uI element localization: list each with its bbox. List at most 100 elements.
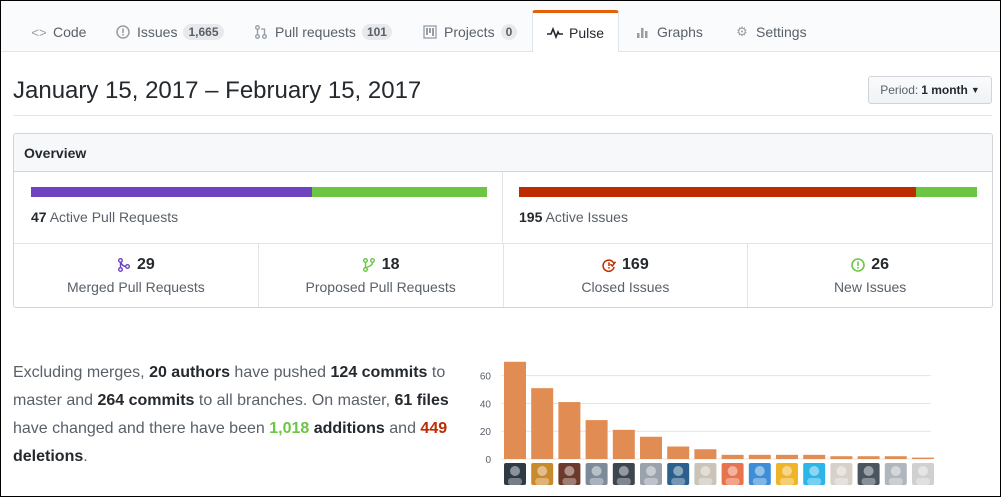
avatar[interactable] — [857, 463, 880, 485]
issues-ratio-bar — [519, 187, 977, 197]
closed-issues-stat[interactable]: 169 Closed Issues — [504, 244, 749, 307]
avatar[interactable] — [667, 463, 690, 485]
bar-author-7[interactable] — [667, 446, 690, 460]
project-icon — [422, 24, 438, 40]
pull-request-icon — [362, 258, 376, 272]
y-tick-label: 60 — [480, 372, 492, 383]
avatar[interactable] — [640, 463, 662, 485]
period-value: 1 month — [921, 83, 968, 97]
deletions-count: 449 — [420, 420, 448, 437]
issues-summary[interactable]: 195 Active Issues — [503, 172, 992, 244]
merge-icon — [117, 258, 131, 272]
period-select-button[interactable]: Period: 1 month ▼ — [868, 76, 992, 104]
tab-graphs[interactable]: Graphs — [620, 11, 718, 52]
bar-author-13[interactable] — [830, 456, 853, 459]
new-issues-stat[interactable]: 26 New Issues — [748, 244, 992, 307]
bar-author-5[interactable] — [612, 429, 635, 459]
additions-label: additions — [309, 420, 385, 437]
avatar[interactable] — [531, 463, 554, 485]
overview-title: Overview — [14, 134, 992, 172]
tab-label: Pulse — [569, 24, 605, 41]
tab-pull-requests[interactable]: Pull requests 101 — [238, 11, 407, 52]
avatar[interactable] — [612, 463, 635, 485]
additions-count: 1,018 — [269, 420, 310, 437]
avatar[interactable] — [585, 463, 608, 485]
bar-author-2[interactable] — [531, 388, 554, 459]
summary-text: have changed and there have been — [13, 420, 270, 437]
divider — [13, 115, 992, 116]
bar-author-10[interactable] — [748, 454, 771, 459]
active-issues-count: 195 — [519, 209, 543, 225]
summary-text: have pushed — [229, 364, 331, 381]
active-pull-requests-count: 47 — [31, 209, 47, 225]
avatar[interactable] — [912, 463, 934, 485]
bar-author-4[interactable] — [585, 420, 608, 459]
closed-segment — [519, 187, 917, 197]
authors-count: 20 authors — [149, 364, 230, 381]
overview-stats: 29 Merged Pull Requests 18 Proposed Pull… — [14, 244, 992, 307]
new-issues-label: New Issues — [833, 279, 907, 295]
bar-author-6[interactable] — [640, 436, 662, 459]
issues-count-badge: 1,665 — [183, 24, 224, 40]
gear-icon: ⚙ — [736, 24, 748, 39]
pull-requests-ratio-bar — [31, 187, 487, 197]
issue-closed-icon — [602, 258, 617, 272]
avatar[interactable] — [748, 463, 771, 485]
page-title: January 15, 2017 – February 15, 2017 — [13, 77, 422, 104]
avatar[interactable] — [803, 463, 826, 485]
y-tick-label: 40 — [480, 399, 492, 410]
summary-text: to all branches. On master, — [194, 392, 395, 409]
bar-author-1[interactable] — [504, 361, 526, 459]
tab-label: Pull requests — [275, 24, 356, 40]
closed-issues-count: 169 — [622, 256, 649, 273]
avatar[interactable] — [504, 463, 526, 485]
tab-pulse[interactable]: Pulse — [532, 10, 620, 52]
issue-icon — [115, 24, 131, 40]
summary-text: . — [83, 448, 88, 465]
active-issues-label: 195 Active Issues — [519, 209, 628, 225]
projects-count-badge: 0 — [500, 24, 518, 40]
summary-text: Excluding merges, — [13, 364, 150, 381]
tab-projects[interactable]: Projects 0 — [407, 11, 532, 52]
merged-pull-requests-stat[interactable]: 29 Merged Pull Requests — [14, 244, 259, 307]
contributors-bar-chart: 0 20 40 60 — [480, 361, 934, 485]
active-pull-requests-label: 47 Active Pull Requests — [31, 209, 178, 225]
chevron-down-icon: ▼ — [970, 85, 980, 95]
closed-issues-label: Closed Issues — [581, 279, 670, 295]
avatar[interactable] — [721, 463, 744, 485]
avatar[interactable] — [884, 463, 907, 485]
avatar[interactable] — [776, 463, 798, 485]
tab-issues[interactable]: Issues 1,665 — [100, 11, 239, 52]
deletions-label: deletions — [13, 448, 84, 465]
master-commits-count: 124 commits — [330, 364, 428, 381]
bar-author-15[interactable] — [884, 456, 907, 459]
bar-author-12[interactable] — [803, 454, 826, 459]
avatar[interactable] — [830, 463, 853, 485]
tab-label: Projects — [444, 24, 495, 40]
repo-nav-tabs: <> Code Issues 1,665 Pull requests 101 P… — [1, 1, 1000, 52]
bar-author-8[interactable] — [694, 449, 717, 459]
avatar[interactable] — [558, 463, 581, 485]
pull-requests-count-badge: 101 — [361, 24, 392, 40]
commit-summary: Excluding merges, 20 authors have pushed… — [13, 359, 453, 471]
y-tick-label: 0 — [485, 455, 491, 466]
bar-author-3[interactable] — [558, 402, 581, 459]
pull-request-icon — [253, 24, 269, 40]
bar-author-9[interactable] — [721, 454, 744, 459]
bar-author-11[interactable] — [776, 454, 798, 459]
code-icon: <> — [31, 24, 47, 40]
summary-text: and — [384, 420, 421, 437]
proposed-pull-requests-stat[interactable]: 18 Proposed Pull Requests — [259, 244, 504, 307]
period-label: Period: — [880, 83, 919, 97]
contributors-chart: 0 20 40 60 — [471, 351, 941, 491]
active-pull-requests-text: Active Pull Requests — [49, 209, 179, 225]
tab-label: Code — [53, 24, 87, 40]
graph-icon — [635, 24, 651, 40]
avatar[interactable] — [694, 463, 717, 485]
tab-label: Graphs — [657, 24, 703, 40]
bar-author-16[interactable] — [912, 457, 934, 459]
tab-code[interactable]: <> Code — [16, 11, 101, 52]
pull-requests-summary[interactable]: 47 Active Pull Requests — [14, 172, 503, 244]
bar-author-14[interactable] — [857, 456, 880, 459]
tab-settings[interactable]: ⚙ Settings — [719, 11, 822, 52]
